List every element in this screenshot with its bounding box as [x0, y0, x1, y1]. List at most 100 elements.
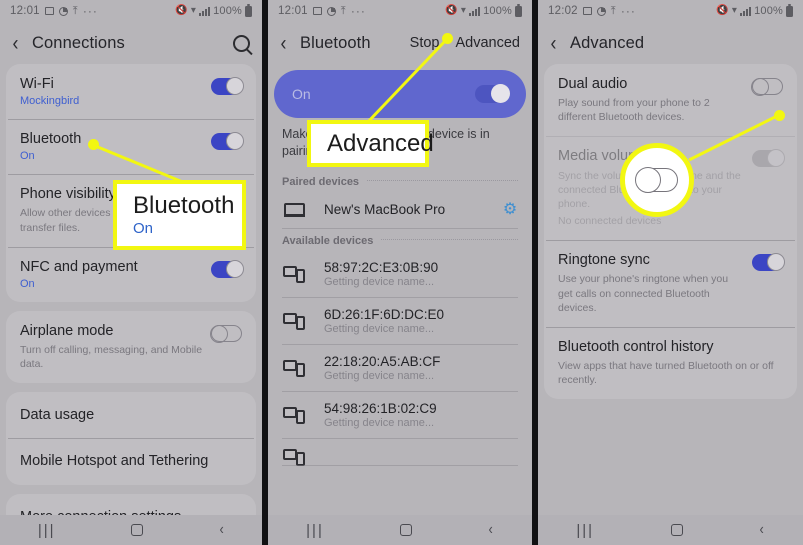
phone-screen-advanced: 12:02 ⤒ ··· 🔇 ▾ 100% ‹ Advanced Dual aud…: [538, 0, 803, 545]
title-bar: ‹ Bluetooth Stop Advanced: [268, 22, 532, 64]
chevron-left-icon[interactable]: ‹: [489, 521, 493, 539]
download-icon: ⤒: [610, 4, 616, 17]
setting-row-wifi[interactable]: Wi-Fi Mockingbird: [6, 64, 256, 119]
battery-icon: [786, 3, 793, 17]
device-status: Getting device name...: [324, 275, 435, 288]
stop-button[interactable]: Stop: [410, 35, 440, 51]
setting-row-data-usage[interactable]: Data usage: [6, 392, 256, 438]
more-status-icons: ···: [82, 4, 98, 18]
available-device-row[interactable]: 54:98:26:1B:02:C9 Getting device name...: [268, 392, 532, 439]
battery-percent: 100%: [754, 5, 783, 17]
navigation-bar: ||| ‹: [0, 515, 262, 545]
row-title: Wi-Fi: [20, 76, 54, 92]
gallery-icon: [582, 7, 592, 15]
setting-row-phone-visibility[interactable]: Phone visibility Allow other devices to …: [6, 174, 256, 246]
setting-row-mobile-hotspot[interactable]: Mobile Hotspot and Tethering: [6, 438, 256, 484]
airplane-mode-toggle[interactable]: [210, 324, 242, 343]
dual-audio-toggle[interactable]: [751, 78, 783, 96]
wifi-icon: ▾: [460, 5, 467, 16]
status-time: 12:01: [10, 5, 40, 17]
navigation-bar: ||| ‹: [268, 515, 532, 545]
available-device-row[interactable]: 22:18:20:A5:AB:CF Getting device name...: [268, 345, 532, 392]
battery-icon: [515, 3, 522, 17]
phone-screen-bluetooth: 12:01 ⤒ ··· 🔇 ▾ 100% ‹ Bluetooth Stop Ad…: [268, 0, 532, 545]
setting-row-nfc[interactable]: NFC and payment On: [6, 246, 256, 302]
title-bar: ‹ Connections: [0, 22, 262, 64]
settings-card: Wi-Fi Mockingbird Bluetooth On Phone vis…: [6, 64, 256, 302]
device-name: 6D:26:1F:6D:DC:E0: [324, 306, 445, 322]
mute-icon: 🔇: [445, 5, 458, 16]
row-title: Phone visibility: [20, 186, 116, 203]
section-title: Paired devices: [282, 175, 360, 188]
two-devices-icon: [282, 406, 306, 424]
download-icon: ⤒: [340, 4, 346, 17]
recents-button[interactable]: |||: [576, 522, 594, 539]
advanced-button[interactable]: Advanced: [456, 35, 521, 51]
settings-card: Dual audio Play sound from your phone to…: [544, 64, 797, 400]
setting-row-ringtone-sync[interactable]: Ringtone sync Use your phone's ringtone …: [544, 240, 797, 327]
battery-icon: [245, 3, 252, 17]
setting-row-airplane-mode[interactable]: Airplane mode Turn off calling, messagin…: [6, 311, 256, 383]
row-description: Allow other devices to find your phone a…: [20, 207, 218, 234]
row-description: View apps that have turned Bluetooth on …: [558, 360, 774, 387]
paired-device-row[interactable]: New's MacBook Pro ⚙: [268, 192, 532, 229]
pairing-note: Make sure your Bluetooth device is in pa…: [282, 127, 490, 158]
page-title: Bluetooth: [300, 33, 371, 52]
page-title: Connections: [32, 33, 125, 52]
device-name: 54:98:26:1B:02:C9: [324, 400, 437, 416]
available-device-row[interactable]: 58:97:2C:E3:0B:90 Getting device name...: [268, 251, 532, 298]
screenshot-stage: 12:01 ⤒ ··· 🔇 ▾ 100% ‹ Connections Wi-Fi…: [0, 0, 803, 545]
row-title: Mobile Hotspot and Tethering: [20, 453, 209, 470]
bluetooth-toggle[interactable]: [211, 132, 244, 151]
device-name: 58:97:2C:E3:0B:90: [324, 259, 439, 275]
home-square-icon[interactable]: [670, 524, 683, 536]
bluetooth-state-banner: On: [274, 70, 526, 118]
back-button[interactable]: ‹: [13, 33, 19, 54]
setting-row-media-volume-sync[interactable]: Media volume sync Sync the volume of you…: [544, 136, 797, 240]
setting-row-bluetooth[interactable]: Bluetooth On: [6, 119, 256, 174]
two-devices-icon: [282, 448, 306, 466]
device-status: Getting device name...: [324, 322, 435, 335]
ringtone-sync-toggle[interactable]: [752, 253, 785, 272]
device-name: New's MacBook Pro: [324, 201, 446, 217]
row-description-secondary: No connected devices: [558, 215, 662, 228]
chevron-left-icon[interactable]: ‹: [219, 521, 223, 539]
row-title: Dual audio: [558, 76, 628, 92]
row-subtitle: Mockingbird: [20, 95, 80, 108]
row-title: Bluetooth: [20, 131, 82, 148]
row-description: Play sound from your phone to 2 differen…: [558, 97, 710, 124]
row-title: Bluetooth control history: [558, 338, 714, 355]
media-volume-sync-toggle[interactable]: [752, 149, 785, 168]
recents-button[interactable]: |||: [38, 522, 56, 539]
row-subtitle: On: [20, 277, 35, 290]
signal-icon: [199, 6, 211, 16]
back-button[interactable]: ‹: [551, 33, 557, 54]
clock-icon: [596, 6, 606, 16]
setting-row-dual-audio[interactable]: Dual audio Play sound from your phone to…: [544, 64, 797, 136]
phone-screen-connections: 12:01 ⤒ ··· 🔇 ▾ 100% ‹ Connections Wi-Fi…: [0, 0, 262, 545]
home-square-icon[interactable]: [400, 524, 413, 536]
nfc-toggle[interactable]: [211, 259, 244, 278]
page-title: Advanced: [570, 33, 645, 52]
chevron-left-icon[interactable]: ‹: [760, 521, 764, 539]
gallery-icon: [44, 7, 54, 15]
back-button[interactable]: ‹: [281, 33, 287, 54]
bluetooth-master-toggle[interactable]: [475, 84, 510, 103]
row-title: Airplane mode: [20, 322, 114, 339]
status-time: 12:02: [548, 5, 578, 17]
recents-button[interactable]: |||: [306, 522, 324, 539]
available-device-row-partial[interactable]: [268, 439, 532, 466]
home-square-icon[interactable]: [131, 524, 144, 536]
row-title: Media volume sync: [558, 148, 683, 165]
status-bar: 12:01 ⤒ ··· 🔇 ▾ 100%: [0, 0, 262, 22]
signal-icon: [469, 6, 481, 16]
wifi-toggle[interactable]: [211, 77, 244, 95]
two-devices-icon: [282, 265, 306, 283]
gear-icon[interactable]: ⚙: [502, 201, 518, 218]
section-header-paired-devices: Paired devices: [268, 170, 532, 192]
mute-icon: 🔇: [175, 5, 188, 16]
search-icon[interactable]: [233, 34, 250, 52]
available-device-row[interactable]: 6D:26:1F:6D:DC:E0 Getting device name...: [268, 298, 532, 345]
setting-row-bluetooth-control-history[interactable]: Bluetooth control history View apps that…: [544, 326, 797, 399]
section-rule: [367, 180, 518, 182]
